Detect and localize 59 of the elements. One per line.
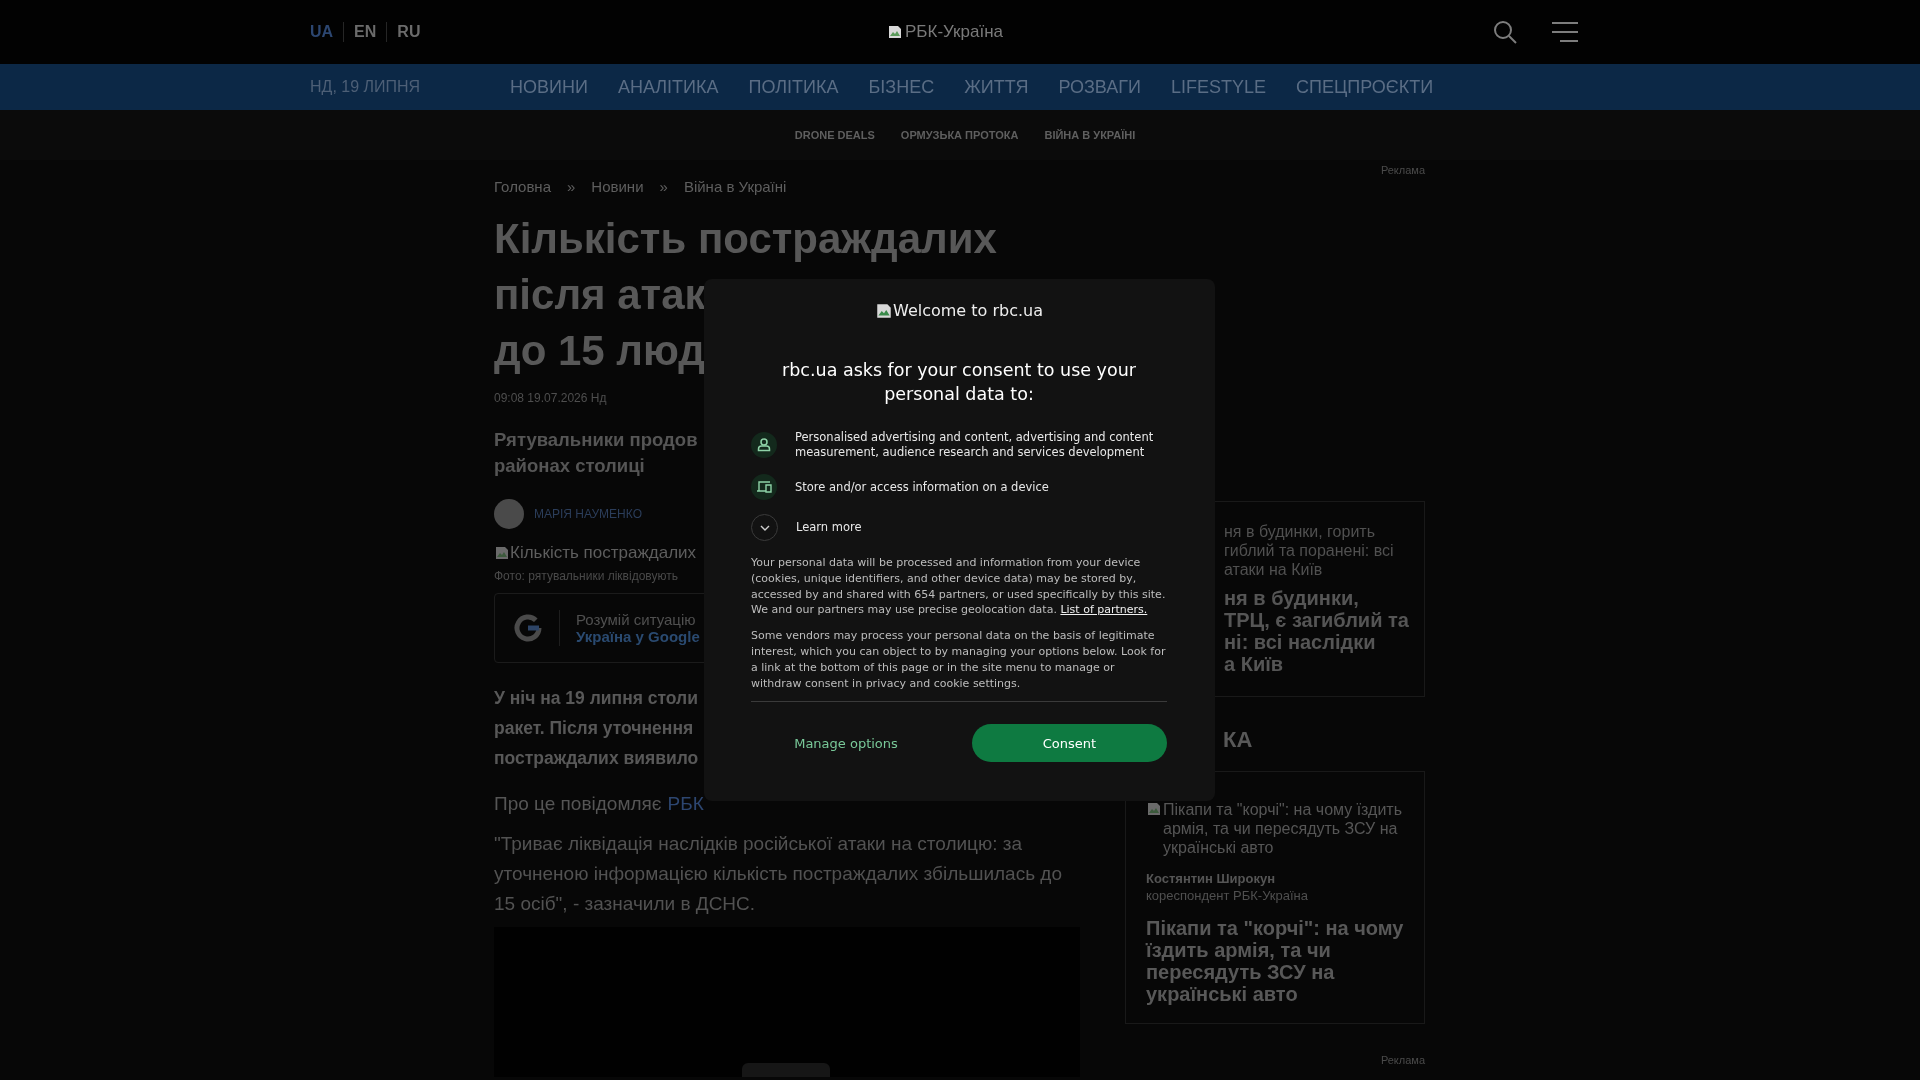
breadcrumb-link[interactable]: Новини [591, 178, 644, 195]
ad-label: Реклама [1380, 1054, 1425, 1066]
author-name[interactable]: МАРІЯ НАУМЕНКО [534, 507, 642, 521]
learn-more-label[interactable]: Learn more [796, 520, 862, 535]
nav-link[interactable]: LIFESTYLE [1171, 76, 1267, 98]
language-link[interactable]: UA [310, 23, 334, 41]
article-title: до 15 люд [494, 326, 706, 376]
breadcrumb-link[interactable]: Війна в Україні [683, 178, 787, 195]
article-lead: Рятувальники продов [494, 428, 698, 452]
ad-label: Реклама [1380, 164, 1425, 176]
article-paragraph: ракет. Після уточнення [494, 717, 694, 740]
breadcrumb-separator: » [659, 178, 668, 195]
source-link[interactable]: РБК [667, 793, 704, 815]
consent-button[interactable]: Consent [972, 724, 1167, 763]
card-title: ТРЦ, є загиблий та [1224, 609, 1409, 631]
quote-paragraph: "Триває ліквідація наслідків російської атаки на столицю: за уточненою інформацією кількість постраждалих збільшилась до 15 осіб", - зазначили в ДСНС. [494, 832, 1063, 916]
article-lead: районах столиці [494, 454, 645, 478]
dialog-logo: Welcome to rbc.ua [893, 301, 1043, 320]
manage-options-button[interactable]: Manage options [751, 724, 941, 763]
site-logo[interactable]: РБК-Україна [905, 22, 1003, 42]
nav-link[interactable]: НОВИНИ [510, 76, 588, 98]
nav-link[interactable]: БІЗНЕС [868, 76, 935, 98]
current-date: НД, 19 ЛИПНЯ [310, 78, 422, 96]
image-alt-text: атаки на Київ [1224, 560, 1323, 579]
promo-link[interactable]: Україна у Google [576, 628, 700, 645]
purpose-text: Store and/or access information on a device [795, 479, 1049, 495]
dialog-heading: rbc.ua asks for your consent to use your personal data to: [781, 359, 1137, 406]
nav-link[interactable]: АНАЛІТИКА [617, 76, 719, 98]
card-title: Пікапи та "корчі": на чому їздить армія, та чи пересядуть ЗСУ на українські авто [1146, 917, 1404, 1005]
article-title: після атак [494, 270, 706, 320]
photo-caption: Фото: рятувальники ліквідовують [494, 569, 678, 583]
tag-link[interactable]: DRONE DEALS [794, 129, 875, 141]
language-link[interactable]: EN [354, 23, 377, 41]
tag-link[interactable]: ВІЙНА В УКРАЇНІ [1044, 129, 1136, 141]
tag-link[interactable]: ОРМУЗЬКА ПРОТОКА [900, 129, 1019, 141]
image-alt-text: Кількість постраждалих [510, 543, 697, 563]
breadcrumb-separator: » [567, 178, 576, 195]
image-alt-text: ня в будинки, горить [1224, 522, 1375, 541]
article-paragraph: постраждалих виявило [494, 747, 699, 770]
nav-link[interactable]: РОЗВАГИ [1058, 76, 1141, 98]
nav-link[interactable]: СПЕЦПРОЄКТИ [1296, 76, 1434, 98]
author-name: Костянтин Широкун [1146, 871, 1277, 886]
purpose-text: Personalised advertising and content, advertising and content measurement, audience research and services development [795, 430, 1155, 460]
article-title: Кількість постраждалих [494, 214, 997, 264]
author-role: кореспондент РБК-Україна [1146, 888, 1309, 903]
section-heading: КА [1223, 727, 1253, 753]
card-title: ня в будинки, [1224, 587, 1359, 609]
card-title: а Київ [1224, 653, 1284, 675]
language-link[interactable]: RU [397, 23, 421, 41]
nav-link[interactable]: ПОЛІТИКА [748, 76, 839, 98]
breadcrumb-link[interactable]: Головна [494, 178, 551, 195]
nav-link[interactable]: ЖИТТЯ [964, 76, 1029, 98]
article-paragraph: У ніч на 19 липня столи [494, 687, 698, 710]
publish-date: 09:08 19.07.2026 Нд [494, 391, 607, 405]
card-title: ні: всі наслідки [1224, 631, 1376, 653]
image-alt-text: Пікапи та "корчі": на чому їздить армія, та чи пересядуть ЗСУ на українські авто [1163, 800, 1403, 857]
image-alt-text: гиблий та поранені: всі [1224, 541, 1394, 560]
source-text: Про це повідомляє [494, 793, 662, 815]
promo-text: Розумій ситуацію [576, 611, 696, 628]
